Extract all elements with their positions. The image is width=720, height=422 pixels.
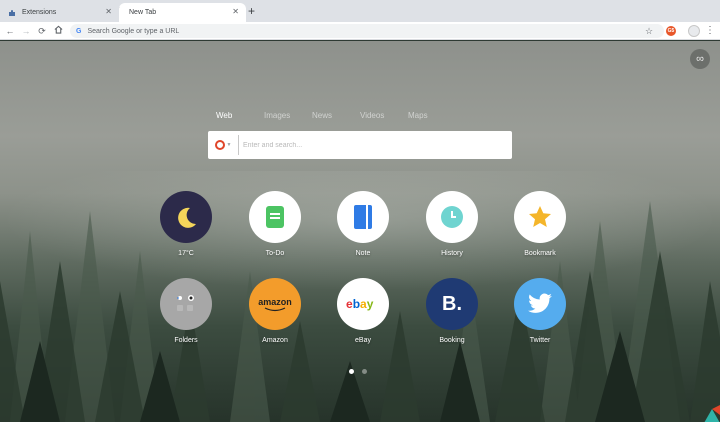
tile-weather[interactable]: 17°C xyxy=(156,191,216,257)
menu-icon[interactable]: ⋮ xyxy=(705,25,715,37)
search-tab-news[interactable]: News xyxy=(312,111,360,120)
tab-extensions[interactable]: Extensions ✕ xyxy=(0,3,119,22)
tile-todo[interactable]: To-Do xyxy=(245,191,305,257)
tile-label: eBay xyxy=(355,337,371,344)
browser-toolbar: ← → ⟳ G Search Google or type a URL ☆ G5… xyxy=(0,22,720,40)
tile-history[interactable]: History xyxy=(422,191,482,257)
puzzle-icon xyxy=(8,9,16,17)
address-bar-placeholder: Search Google or type a URL xyxy=(87,27,180,35)
tile-label: Bookmark xyxy=(524,250,556,257)
moon-icon xyxy=(160,191,212,243)
search-tab-videos[interactable]: Videos xyxy=(360,111,408,120)
search-category-tabs: Web Images News Videos Maps xyxy=(216,111,456,120)
search-input[interactable] xyxy=(238,135,512,155)
close-tab-icon[interactable]: ✕ xyxy=(105,7,112,17)
tile-note[interactable]: Note xyxy=(333,191,393,257)
tile-folders[interactable]: Folders xyxy=(156,278,216,344)
search-engine-icon xyxy=(214,140,225,150)
tile-label: Booking xyxy=(439,337,465,344)
tile-twitter[interactable]: Twitter xyxy=(510,278,570,344)
page-indicator xyxy=(349,369,367,374)
twitter-icon xyxy=(514,278,566,330)
google-icon: G xyxy=(76,27,82,35)
clock-icon xyxy=(426,191,478,243)
search-tab-maps[interactable]: Maps xyxy=(408,111,456,120)
tile-ebay[interactable]: ebay eBay xyxy=(333,278,393,344)
star-icon xyxy=(514,191,566,243)
booking-logo-text: B. xyxy=(442,292,462,315)
folder-icon xyxy=(160,278,212,330)
tile-label: To-Do xyxy=(265,250,285,257)
corner-logo-icon xyxy=(704,405,720,422)
search-tab-images[interactable]: Images xyxy=(264,111,312,120)
amazon-icon: amazon xyxy=(249,278,301,330)
new-tab-page: ∞ Web Images News Videos Maps ▼ 17°C To-… xyxy=(0,41,720,422)
tab-strip: Extensions ✕ New Tab ✕ + xyxy=(0,0,720,22)
tab-new-tab[interactable]: New Tab ✕ xyxy=(119,3,246,22)
tile-label: Folders xyxy=(174,337,198,344)
note-icon xyxy=(337,191,389,243)
tile-label: History xyxy=(441,250,463,257)
tile-bookmark[interactable]: Bookmark xyxy=(510,191,570,257)
tile-label: Twitter xyxy=(529,337,551,344)
profile-avatar[interactable] xyxy=(688,25,700,37)
home-icon[interactable] xyxy=(52,25,64,37)
search-box: ▼ xyxy=(208,131,512,159)
extension-icon[interactable]: G5 xyxy=(666,26,676,36)
search-engine-selector[interactable]: ▼ xyxy=(208,140,238,150)
tab-title: New Tab xyxy=(129,9,157,16)
page-dot-1[interactable] xyxy=(349,369,354,374)
page-dot-2[interactable] xyxy=(362,369,367,374)
ebay-icon: ebay xyxy=(337,278,389,330)
back-icon[interactable]: ← xyxy=(4,25,16,37)
tile-booking[interactable]: B. Booking xyxy=(422,278,482,344)
tab-title: Extensions xyxy=(22,9,57,16)
tile-label: Note xyxy=(355,250,371,257)
tile-label: Amazon xyxy=(262,337,288,344)
tile-label: 17°C xyxy=(178,250,194,257)
svg-text:ebay: ebay xyxy=(346,297,374,311)
close-tab-icon[interactable]: ✕ xyxy=(232,7,239,17)
forward-icon[interactable]: → xyxy=(20,25,32,37)
address-bar[interactable]: G Search Google or type a URL xyxy=(70,24,664,38)
amazon-logo-text: amazon xyxy=(258,296,292,307)
reload-icon[interactable]: ⟳ xyxy=(36,25,48,37)
tile-amazon[interactable]: amazon Amazon xyxy=(245,278,305,344)
new-tab-button[interactable]: + xyxy=(248,4,255,18)
search-tab-web[interactable]: Web xyxy=(216,111,264,120)
chevron-down-icon: ▼ xyxy=(226,142,232,148)
todo-icon xyxy=(249,191,301,243)
booking-icon: B. xyxy=(426,278,478,330)
bookmark-star-icon[interactable]: ☆ xyxy=(645,25,653,37)
infinity-menu-icon[interactable]: ∞ xyxy=(690,49,710,69)
